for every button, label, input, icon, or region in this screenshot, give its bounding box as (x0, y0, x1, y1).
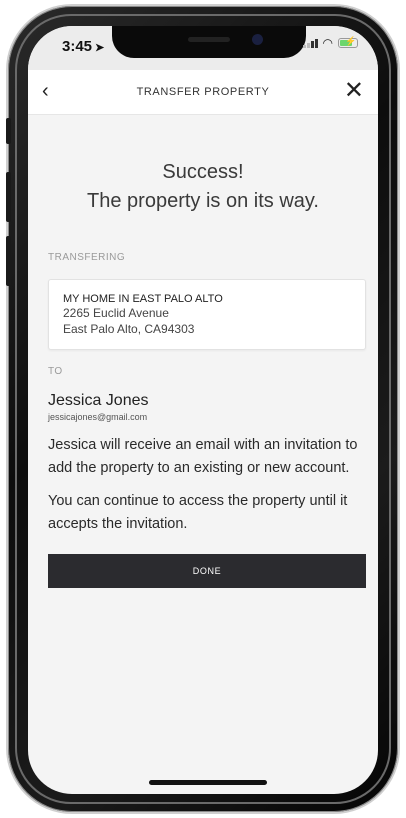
success-message: Success! The property is on its way. (28, 158, 378, 216)
done-button[interactable]: DONE (48, 554, 366, 588)
location-arrow-icon: ➤ (95, 42, 105, 54)
time-text: 3:45 (62, 38, 93, 55)
status-time: 3:45 ➤ (62, 38, 104, 55)
address-line2: East Palo Alto, CA94303 (63, 322, 195, 336)
nav-header: ‹ TRANSFER PROPERTY ✕ (28, 70, 378, 115)
page-title: TRANSFER PROPERTY (136, 86, 270, 98)
recipient-email: jessicajones@gmail.com (48, 412, 148, 422)
transferring-label: TRANSFERING (48, 252, 126, 263)
status-bar: 3:45 ➤ ◠ ⚡ (28, 26, 378, 70)
signal-icon (303, 38, 318, 48)
front-camera (252, 34, 263, 45)
wifi-icon: ◠ (322, 36, 333, 50)
volume-down-button (6, 236, 11, 286)
property-card: MY HOME IN EAST PALO ALTO 2265 Euclid Av… (48, 279, 366, 350)
volume-up-button (6, 172, 11, 222)
access-message: You can continue to access the property … (48, 493, 348, 532)
success-subtitle: The property is on its way. (87, 190, 319, 212)
status-icons: ◠ ⚡ (303, 36, 358, 50)
home-indicator[interactable] (149, 780, 267, 785)
success-title: Success! (162, 161, 244, 183)
invitation-message: Jessica will receive an email with an in… (48, 437, 358, 476)
battery-icon: ⚡ (338, 36, 358, 48)
close-icon[interactable]: ✕ (344, 76, 364, 105)
recipient-name: Jessica Jones (48, 392, 149, 409)
notch (112, 26, 306, 58)
screen: 3:45 ➤ ◠ ⚡ ‹ TRANSFER PROPERTY ✕ Success!… (28, 26, 378, 794)
main-content: Success! The property is on its way. TRA… (28, 114, 378, 588)
speaker (188, 37, 230, 42)
property-name: MY HOME IN EAST PALO ALTO (63, 293, 223, 305)
to-label: TO (48, 366, 63, 377)
address-line1: 2265 Euclid Avenue (63, 306, 169, 320)
mute-switch (6, 118, 11, 144)
